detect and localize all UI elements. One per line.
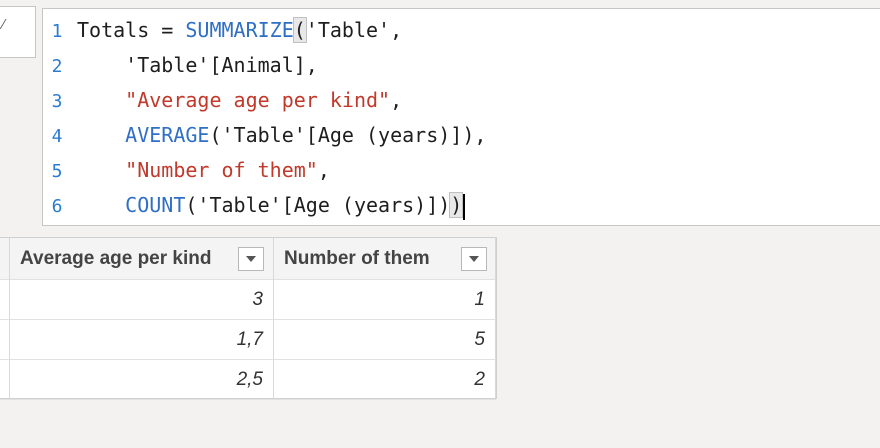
line-number: 1 [51, 21, 63, 42]
code-text: "Number of them", [77, 158, 330, 182]
code-line[interactable]: 4 AVERAGE('Table'[Age (years)]), [43, 118, 487, 152]
matched-paren-token: ( [292, 17, 307, 43]
dax-function-token: SUMMARIZE [185, 18, 294, 42]
dropdown-arrow-icon[interactable] [238, 247, 264, 271]
code-text: AVERAGE('Table'[Age (years)]), [77, 123, 486, 147]
column-header-label: Average age per kind [20, 248, 212, 269]
code-token: , [390, 88, 403, 112]
code-line[interactable]: 5 "Number of them", [43, 153, 330, 187]
string-literal-token: "Average age per kind" [125, 88, 391, 112]
code-text: "Average age per kind", [77, 88, 402, 112]
code-line[interactable]: 2 'Table'[Animal], [43, 48, 318, 82]
table-cell: 1 [274, 280, 496, 320]
line-number: 6 [51, 196, 63, 217]
column-header-number-of-them[interactable]: Number of them [274, 238, 496, 280]
code-text: COUNT('Table'[Age (years)])) [77, 192, 466, 220]
row-marker-cell [0, 280, 10, 320]
table-cell: 1,7 [10, 320, 274, 360]
dropdown-arrow-icon[interactable] [461, 247, 487, 271]
table-header-cell-row-marker [0, 238, 10, 280]
dax-function-token: AVERAGE [125, 123, 210, 147]
line-number: 2 [51, 56, 63, 77]
code-line[interactable]: 1 Totals = SUMMARIZE('Table', [43, 13, 402, 47]
table-cell: 2 [274, 360, 496, 400]
collapsed-field-box[interactable]: ⁄ [0, 6, 36, 58]
code-token: , [317, 158, 330, 182]
code-token: ('Table'[Age (years)]) [185, 193, 451, 217]
row-marker-cell [0, 320, 10, 360]
data-table: Average age per kind Number of them 3 1 … [0, 237, 497, 400]
line-number: 4 [51, 126, 63, 147]
table-cell: 2,5 [10, 360, 274, 400]
code-text: 'Table'[Animal], [77, 53, 318, 77]
text-cursor [463, 193, 466, 220]
code-text: Totals = SUMMARIZE('Table', [77, 17, 403, 43]
chevron-icon: ⁄ [2, 18, 5, 33]
row-marker-cell [0, 360, 10, 400]
matched-paren-token: ) [449, 192, 464, 218]
table-cell: 5 [274, 320, 496, 360]
line-number: 5 [51, 161, 63, 182]
table-cell: 3 [10, 280, 274, 320]
dax-function-token: COUNT [125, 193, 186, 217]
code-token: ('Table'[Age (years)]), [209, 123, 487, 147]
string-literal-token: "Number of them" [125, 158, 318, 182]
code-token: 'Table', [305, 18, 403, 42]
line-number: 3 [51, 91, 63, 112]
code-token: 'Table'[Animal], [77, 53, 318, 77]
column-header-label: Number of them [284, 248, 430, 269]
code-line[interactable]: 6 COUNT('Table'[Age (years)])) [43, 188, 466, 222]
code-token: Totals = [77, 18, 186, 42]
formula-editor[interactable]: 1 Totals = SUMMARIZE('Table', 2 'Table'[An… [42, 8, 880, 226]
column-header-average-age[interactable]: Average age per kind [10, 238, 274, 280]
code-line[interactable]: 3 "Average age per kind", [43, 83, 403, 117]
